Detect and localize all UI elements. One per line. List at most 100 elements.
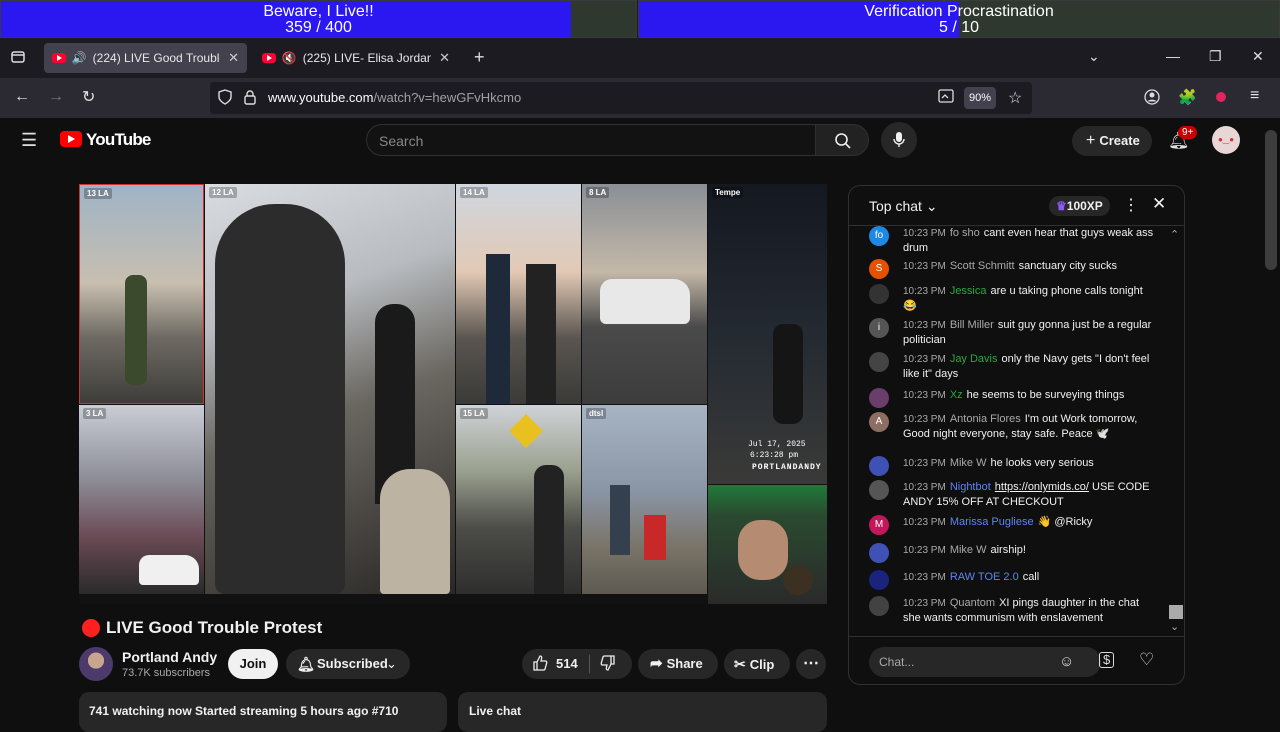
chat-message[interactable]: 10:23 PM Quantom XI pings daughter in the …	[869, 596, 1159, 625]
youtube-logo-text[interactable]: YouTube	[86, 130, 151, 150]
chat-author-avatar[interactable]	[869, 596, 889, 616]
chat-message[interactable]: i 10:23 PM Bill Miller suit guy gonna just …	[869, 318, 1159, 347]
chat-author-name[interactable]: Jessica	[950, 285, 987, 297]
voice-search-button[interactable]	[881, 122, 917, 158]
stream-tile-4[interactable]: 8 LA	[582, 184, 707, 404]
description-box[interactable]: 741 watching now Started streaming 5 hou…	[79, 692, 447, 732]
chat-author-name[interactable]: Mike W	[950, 457, 987, 469]
account-icon[interactable]	[1144, 89, 1160, 108]
share-button[interactable]: ➦ Share	[638, 649, 718, 679]
search-box[interactable]	[366, 124, 816, 156]
chat-scrollbar-thumb[interactable]	[1169, 605, 1183, 619]
chat-message[interactable]: S 10:23 PM Scott Schmitt sanctuary city suc…	[869, 259, 1159, 279]
extension-icon[interactable]	[1216, 92, 1226, 102]
menu-icon[interactable]: ≡	[1250, 87, 1259, 105]
browser-tab-2[interactable]: 🔇 (225) LIVE- Elisa Jordan ✕	[254, 43, 458, 73]
account-avatar[interactable]: ●‿●	[1212, 126, 1240, 154]
extensions-icon[interactable]: 🧩	[1178, 88, 1197, 106]
back-icon[interactable]: ←	[14, 88, 30, 106]
chat-author-avatar[interactable]	[869, 284, 889, 304]
chat-close-icon[interactable]: ✕	[1152, 194, 1166, 214]
chat-author-avatar[interactable]	[869, 543, 889, 563]
chat-author-name[interactable]: Marissa Pugliese	[950, 516, 1034, 528]
more-actions-button[interactable]: ⋯	[796, 649, 826, 679]
stream-tile-5[interactable]: Tempe Jul 17, 2025 6:23:28 pm PORTLANDAN…	[708, 184, 827, 484]
muted-speaker-icon[interactable]: 🔇	[282, 51, 297, 65]
channel-name[interactable]: Portland Andy	[122, 649, 217, 665]
stream-tile-2[interactable]: 12 LA	[205, 184, 455, 594]
stream-tile-8[interactable]: dtsl	[582, 405, 707, 594]
channel-avatar[interactable]	[79, 647, 113, 681]
create-button[interactable]: + Create	[1072, 126, 1152, 156]
chat-author-avatar[interactable]	[869, 570, 889, 590]
chat-author-avatar[interactable]	[869, 480, 889, 500]
picture-in-picture-icon[interactable]	[938, 89, 954, 106]
chat-message[interactable]: 10:23 PM Jay Davis only the Navy gets "I d…	[869, 352, 1159, 381]
zoom-level-badge[interactable]: 90%	[964, 87, 996, 109]
url-bar[interactable]: www.youtube.com/watch?v=hewGFvHkcmo 90% …	[210, 82, 1032, 114]
page-scrollbar[interactable]	[1265, 130, 1277, 270]
chat-author-avatar[interactable]: S	[869, 259, 889, 279]
stream-tile-3[interactable]: 14 LA	[456, 184, 581, 404]
stream-tile-1[interactable]: 13 LA	[79, 184, 204, 404]
browser-tab-1[interactable]: 🔊 (224) LIVE Good Trouble ✕	[44, 43, 247, 73]
chat-message[interactable]: A 10:23 PM Antonia Flores I'm out Work tomo…	[869, 412, 1159, 441]
dislike-button[interactable]	[600, 649, 616, 679]
forward-icon[interactable]: →	[48, 88, 64, 106]
chat-message[interactable]: 10:23 PM Mike Wairship!	[869, 543, 1159, 563]
xp-badge[interactable]: ♛100XP	[1049, 196, 1110, 216]
chat-message-link[interactable]: https://onlymids.co/	[995, 481, 1089, 493]
chat-message[interactable]: 10:23 PM Xz he seems to be surveying thing…	[869, 388, 1159, 408]
emoji-icon[interactable]: ☺	[1059, 653, 1074, 670]
tab-overview-icon[interactable]	[10, 49, 26, 68]
heart-icon[interactable]: ♡	[1139, 650, 1154, 670]
chat-author-avatar[interactable]: M	[869, 515, 889, 535]
chat-message[interactable]: 10:23 PM RAW TOE 2.0 call	[869, 570, 1159, 590]
chat-message[interactable]: 10:23 PM Jessica are u taking phone calls …	[869, 284, 1159, 313]
chat-message[interactable]: 10:23 PM Mike Whe looks very serious	[869, 456, 1159, 476]
chat-author-name[interactable]: fo sho	[950, 227, 980, 239]
chat-message[interactable]: M 10:23 PM Marissa Pugliese 👋 @Ricky	[869, 515, 1159, 535]
chat-message[interactable]: 10:23 PM Nightbot https://onlymids.co/ USE…	[869, 480, 1159, 509]
stream-tile-6[interactable]: 3 LA	[79, 405, 204, 594]
lock-icon[interactable]	[244, 89, 256, 108]
stream-tile-7[interactable]: 15 LA	[456, 405, 581, 594]
window-close-icon[interactable]: ✕	[1252, 48, 1264, 65]
hamburger-menu-icon[interactable]: ☰	[21, 130, 37, 151]
shield-icon[interactable]	[218, 89, 232, 108]
video-player[interactable]: 13 LA 12 LA 14 LA 8 LA Tempe Jul 17, 202…	[79, 184, 827, 604]
tab-1-close-icon[interactable]: ✕	[228, 50, 239, 66]
chat-author-name[interactable]: Bill Miller	[950, 319, 994, 331]
chat-author-name[interactable]: Mike W	[950, 544, 987, 556]
chat-author-avatar[interactable]: A	[869, 412, 889, 432]
chat-more-icon[interactable]: ⋮	[1123, 195, 1139, 215]
search-button[interactable]	[815, 124, 869, 156]
streamer-webcam[interactable]	[708, 485, 827, 604]
subscribed-button[interactable]: 🔔︎ Subscribed ⌄	[286, 649, 410, 679]
tab-2-close-icon[interactable]: ✕	[439, 50, 450, 66]
chat-author-avatar[interactable]	[869, 352, 889, 372]
url-text[interactable]: www.youtube.com/watch?v=hewGFvHkcmo	[268, 90, 521, 105]
chat-mode-selector[interactable]: Top chat ⌄	[869, 198, 938, 215]
chat-author-name[interactable]: Quantom	[950, 597, 995, 609]
reload-icon[interactable]: ↻	[82, 87, 95, 107]
chat-author-avatar[interactable]	[869, 388, 889, 408]
minimize-icon[interactable]: —	[1166, 48, 1180, 64]
like-button[interactable]	[532, 649, 548, 679]
chat-author-name[interactable]: Jay Davis	[950, 353, 998, 365]
live-chat-replay-box[interactable]: Live chat	[458, 692, 827, 732]
chat-scroll-down-icon[interactable]: ⌄	[1170, 620, 1179, 633]
bookmark-star-icon[interactable]: ☆	[1008, 88, 1022, 108]
new-tab-icon[interactable]: +	[474, 47, 485, 68]
join-button[interactable]: Join	[228, 649, 278, 679]
tab-list-chevron-icon[interactable]: ⌄	[1088, 48, 1100, 65]
super-chat-icon[interactable]: $	[1099, 652, 1115, 668]
chat-author-name[interactable]: Antonia Flores	[950, 413, 1021, 425]
chat-author-name[interactable]: Xz	[950, 389, 963, 401]
speaker-icon[interactable]: 🔊	[72, 51, 87, 65]
youtube-logo-icon[interactable]	[60, 131, 82, 147]
restore-icon[interactable]: ❐	[1209, 48, 1222, 65]
chat-author-avatar[interactable]	[869, 456, 889, 476]
search-input[interactable]	[379, 131, 799, 151]
clip-button[interactable]: ✂ Clip	[724, 649, 790, 679]
